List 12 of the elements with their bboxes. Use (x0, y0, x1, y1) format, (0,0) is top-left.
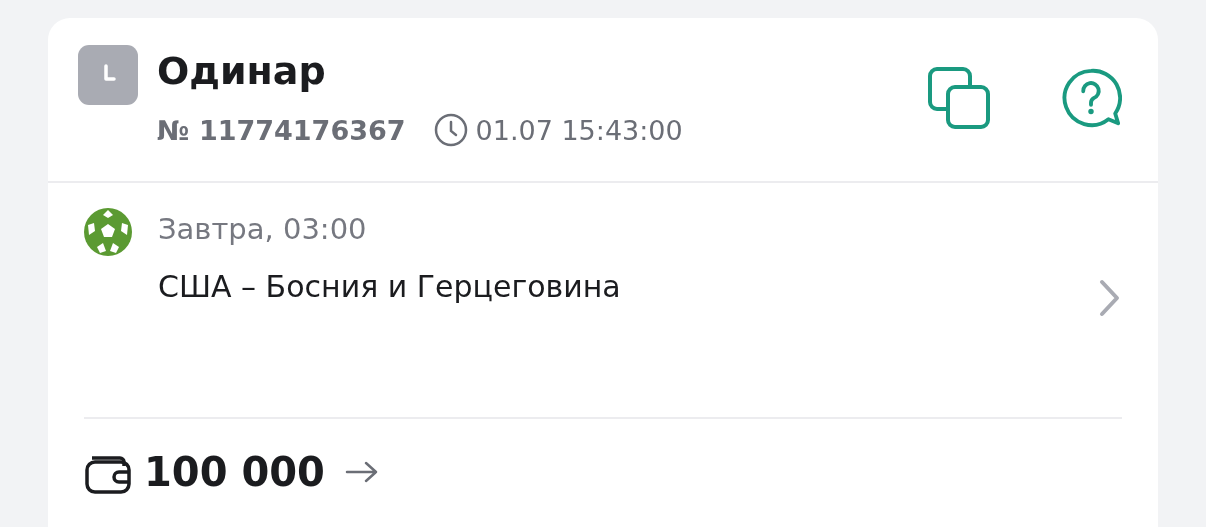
football-icon (83, 207, 133, 257)
bet-title: Одинар (157, 48, 327, 95)
help-icon[interactable] (1060, 67, 1122, 129)
clock-icon (78, 45, 138, 105)
event-time: Завтра, 03:00 (158, 211, 368, 248)
copy-icon[interactable] (928, 67, 990, 129)
event-teams: США – Босния и Герцеговина (158, 268, 622, 306)
arrow-icon[interactable] (344, 460, 379, 484)
clock-icon (433, 113, 468, 147)
bet-datetime: 01.07 15:43:00 (475, 114, 683, 146)
stake-amount: 100 000 (144, 449, 325, 495)
bet-number: № 11774176367 (157, 114, 406, 146)
